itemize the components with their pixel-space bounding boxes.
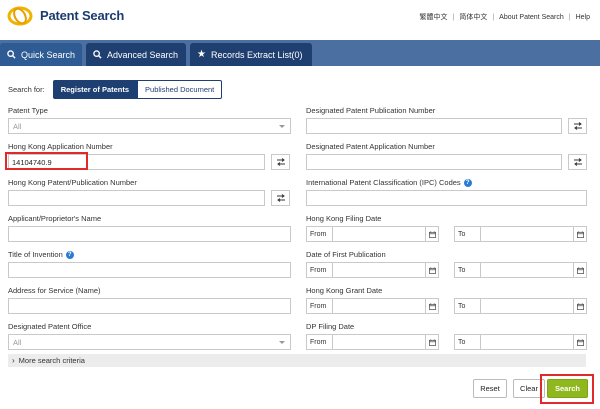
divider: | bbox=[568, 13, 571, 21]
search-form: Search for: Register of Patents Publishe… bbox=[0, 66, 600, 409]
link-help[interactable]: Help bbox=[576, 14, 590, 21]
first-pub-date-to[interactable]: To bbox=[454, 262, 587, 278]
chevron-right-icon: › bbox=[12, 356, 15, 365]
select-value: All bbox=[13, 337, 22, 347]
chevron-down-icon bbox=[279, 341, 285, 344]
option-published-document[interactable]: Published Document bbox=[137, 80, 223, 99]
search-for-group: Search for: Register of Patents Publishe… bbox=[8, 80, 223, 99]
more-search-criteria[interactable]: › More search criteria bbox=[8, 354, 586, 367]
from-label: From bbox=[307, 299, 333, 313]
dp-pub-number-input[interactable] bbox=[306, 118, 562, 134]
more-criteria-label: More search criteria bbox=[18, 356, 85, 365]
patent-type-select[interactable]: All bbox=[8, 118, 291, 134]
divider: | bbox=[452, 13, 455, 21]
calendar-icon[interactable] bbox=[573, 299, 586, 313]
to-label: To bbox=[455, 335, 481, 349]
link-traditional-chinese[interactable]: 繁體中文 bbox=[420, 12, 448, 22]
link-about[interactable]: About Patent Search bbox=[499, 14, 564, 21]
swap-button[interactable] bbox=[568, 154, 587, 170]
calendar-icon[interactable] bbox=[425, 299, 438, 313]
ipc-label: International Patent Classification (IPC… bbox=[306, 178, 472, 187]
help-icon[interactable]: ? bbox=[65, 250, 74, 259]
title-input[interactable] bbox=[8, 262, 291, 278]
from-label: From bbox=[307, 335, 333, 349]
address-input[interactable] bbox=[8, 298, 291, 314]
applicant-label: Applicant/Proprietor's Name bbox=[8, 214, 102, 223]
search-button[interactable]: Search bbox=[547, 379, 588, 398]
swap-button[interactable] bbox=[271, 154, 290, 170]
nav-bar: Quick Search Advanced Search ★ Records E… bbox=[0, 40, 600, 66]
title-label: Title of Invention ? bbox=[8, 250, 74, 259]
hk-filing-date-from[interactable]: From bbox=[306, 226, 439, 242]
option-register-of-patents[interactable]: Register of Patents bbox=[52, 80, 138, 99]
star-icon: ★ bbox=[197, 49, 206, 60]
title-label-text: Title of Invention bbox=[8, 250, 63, 259]
applicant-input[interactable] bbox=[8, 226, 291, 242]
hk-grant-date-to[interactable]: To bbox=[454, 298, 587, 314]
hk-patent-pub-number-input[interactable] bbox=[8, 190, 265, 206]
first-pub-date-label: Date of First Publication bbox=[306, 250, 386, 259]
tab-advanced-search[interactable]: Advanced Search bbox=[86, 43, 186, 66]
hk-app-number-input[interactable]: 14104740.9 bbox=[8, 154, 265, 170]
calendar-icon[interactable] bbox=[425, 263, 438, 277]
to-label: To bbox=[455, 299, 481, 313]
reset-button[interactable]: Reset bbox=[473, 379, 507, 398]
header: Patent Search 繁體中文 | 简体中文 | About Patent… bbox=[0, 0, 600, 38]
ipc-label-text: International Patent Classification (IPC… bbox=[306, 178, 461, 187]
dp-app-number-label: Designated Patent Application Number bbox=[306, 142, 435, 151]
from-label: From bbox=[307, 263, 333, 277]
hk-grant-date-label: Hong Kong Grant Date bbox=[306, 286, 383, 295]
calendar-icon[interactable] bbox=[573, 227, 586, 241]
hk-filing-date-to[interactable]: To bbox=[454, 226, 587, 242]
divider: | bbox=[492, 13, 495, 21]
hk-app-number-label: Hong Kong Application Number bbox=[8, 142, 113, 151]
clear-button[interactable]: Clear bbox=[513, 379, 545, 398]
hk-patent-pub-number-label: Hong Kong Patent/Publication Number bbox=[8, 178, 137, 187]
to-label: To bbox=[455, 263, 481, 277]
designated-office-select[interactable]: All bbox=[8, 334, 291, 350]
patent-type-label: Patent Type bbox=[8, 106, 48, 115]
tab-quick-search[interactable]: Quick Search bbox=[0, 43, 82, 66]
swap-button[interactable] bbox=[271, 190, 290, 206]
dp-filing-date-to[interactable]: To bbox=[454, 334, 587, 350]
brand-title: Patent Search bbox=[40, 8, 125, 23]
calendar-icon[interactable] bbox=[425, 227, 438, 241]
dp-filing-date-from[interactable]: From bbox=[306, 334, 439, 350]
tab-records-extract[interactable]: ★ Records Extract List(0) bbox=[190, 43, 312, 66]
search-icon bbox=[7, 50, 16, 59]
search-for-label: Search for: bbox=[8, 85, 45, 94]
link-simplified-chinese[interactable]: 简体中文 bbox=[459, 12, 487, 22]
search-for-toggle: Register of Patents Published Document bbox=[52, 80, 223, 99]
search-icon bbox=[93, 50, 102, 59]
hk-filing-date-label: Hong Kong Filing Date bbox=[306, 214, 382, 223]
swap-arrows-icon bbox=[573, 158, 582, 166]
ipc-input[interactable] bbox=[306, 190, 587, 206]
swap-button[interactable] bbox=[568, 118, 587, 134]
swap-arrows-icon bbox=[276, 158, 285, 166]
first-pub-date-from[interactable]: From bbox=[306, 262, 439, 278]
swap-arrows-icon bbox=[276, 194, 285, 202]
top-links: 繁體中文 | 简体中文 | About Patent Search | Help bbox=[420, 12, 591, 22]
tab-label: Quick Search bbox=[21, 49, 76, 60]
from-label: From bbox=[307, 227, 333, 241]
calendar-icon[interactable] bbox=[573, 263, 586, 277]
help-icon[interactable]: ? bbox=[463, 178, 472, 187]
patent-logo-icon bbox=[7, 6, 33, 26]
tab-label: Advanced Search bbox=[107, 49, 179, 60]
dp-pub-number-label: Designated Patent Publication Number bbox=[306, 106, 436, 115]
to-label: To bbox=[455, 227, 481, 241]
calendar-icon[interactable] bbox=[425, 335, 438, 349]
tab-label: Records Extract List(0) bbox=[210, 49, 303, 60]
dp-filing-date-label: DP Filing Date bbox=[306, 322, 355, 331]
designated-office-label: Designated Patent Office bbox=[8, 322, 92, 331]
hk-grant-date-from[interactable]: From bbox=[306, 298, 439, 314]
swap-arrows-icon bbox=[573, 122, 582, 130]
dp-app-number-input[interactable] bbox=[306, 154, 562, 170]
select-value: All bbox=[13, 121, 22, 131]
calendar-icon[interactable] bbox=[573, 335, 586, 349]
address-label: Address for Service (Name) bbox=[8, 286, 101, 295]
chevron-down-icon bbox=[279, 125, 285, 128]
